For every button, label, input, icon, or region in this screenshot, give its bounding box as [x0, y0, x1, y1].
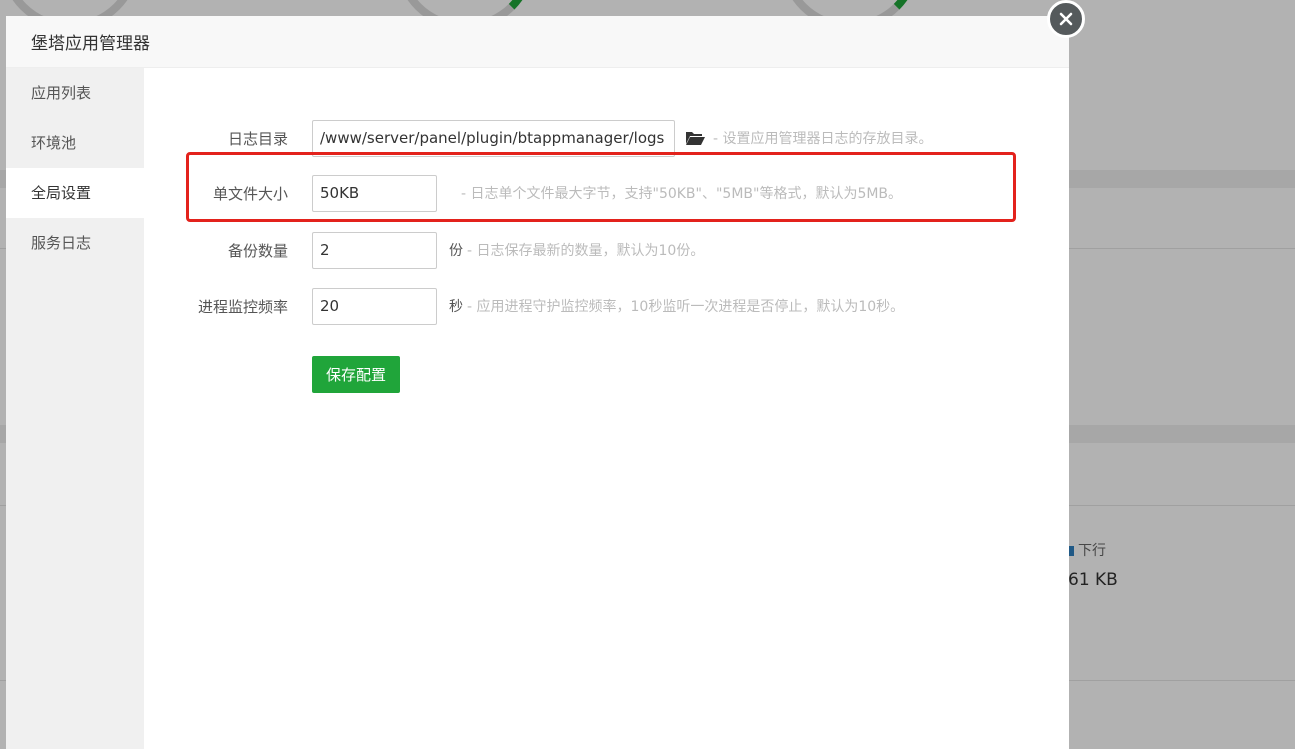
monitor-freq-hint: - 应用进程守护监控频率，10秒监听一次进程是否停止，默认为10秒。 [467, 299, 905, 315]
sidebar-item-env-pool[interactable]: 环境池 [6, 118, 144, 168]
close-icon [1059, 12, 1073, 26]
monitor-freq-input[interactable] [312, 287, 437, 325]
settings-form: 日志目录 - 设置应用管理器日志的存放目录。 单文件大小 - 日志单个文件最大字… [144, 68, 1069, 749]
file-size-input[interactable] [312, 174, 437, 212]
folder-open-icon[interactable] [685, 130, 705, 146]
backup-count-hint: - 日志保存最新的数量，默认为10份。 [467, 243, 705, 259]
save-config-button[interactable]: 保存配置 [312, 356, 400, 393]
sidebar-item-service-log[interactable]: 服务日志 [6, 218, 144, 268]
sidebar: 应用列表 环境池 全局设置 服务日志 [6, 68, 144, 749]
backup-count-label: 备份数量 [227, 241, 288, 260]
sidebar-item-global-settings[interactable]: 全局设置 [6, 168, 144, 218]
form-row-log-dir: 日志目录 - 设置应用管理器日志的存放目录。 [144, 119, 933, 157]
log-dir-label: 日志目录 [227, 129, 288, 148]
backup-count-input[interactable] [312, 231, 437, 269]
monitor-freq-unit: 秒 [449, 299, 463, 315]
log-dir-hint: - 设置应用管理器日志的存放目录。 [713, 131, 933, 147]
log-dir-input[interactable] [312, 119, 675, 157]
form-row-file-size: 单文件大小 - 日志单个文件最大字节，支持"50KB"、"5MB"等格式，默认为… [144, 174, 902, 212]
file-size-hint: - 日志单个文件最大字节，支持"50KB"、"5MB"等格式，默认为5MB。 [461, 186, 903, 202]
backup-count-unit: 份 [449, 243, 463, 259]
close-button[interactable] [1047, 0, 1085, 38]
form-row-monitor-freq: 进程监控频率 秒 - 应用进程守护监控频率，10秒监听一次进程是否停止，默认为1… [144, 287, 904, 325]
sidebar-item-app-list[interactable]: 应用列表 [6, 68, 144, 118]
file-size-label: 单文件大小 [212, 184, 288, 203]
modal-header: 堡塔应用管理器 [6, 16, 1069, 68]
form-row-backup-count: 备份数量 份 - 日志保存最新的数量，默认为10份。 [144, 231, 704, 269]
monitor-freq-label: 进程监控频率 [197, 297, 288, 316]
modal-title: 堡塔应用管理器 [31, 34, 150, 54]
app-manager-modal: 堡塔应用管理器 应用列表 环境池 全局设置 服务日志 日志目录 - 设置应用管理… [6, 16, 1069, 749]
modal-body: 应用列表 环境池 全局设置 服务日志 日志目录 - 设置应用管理器日志的存放目录… [6, 68, 1069, 749]
